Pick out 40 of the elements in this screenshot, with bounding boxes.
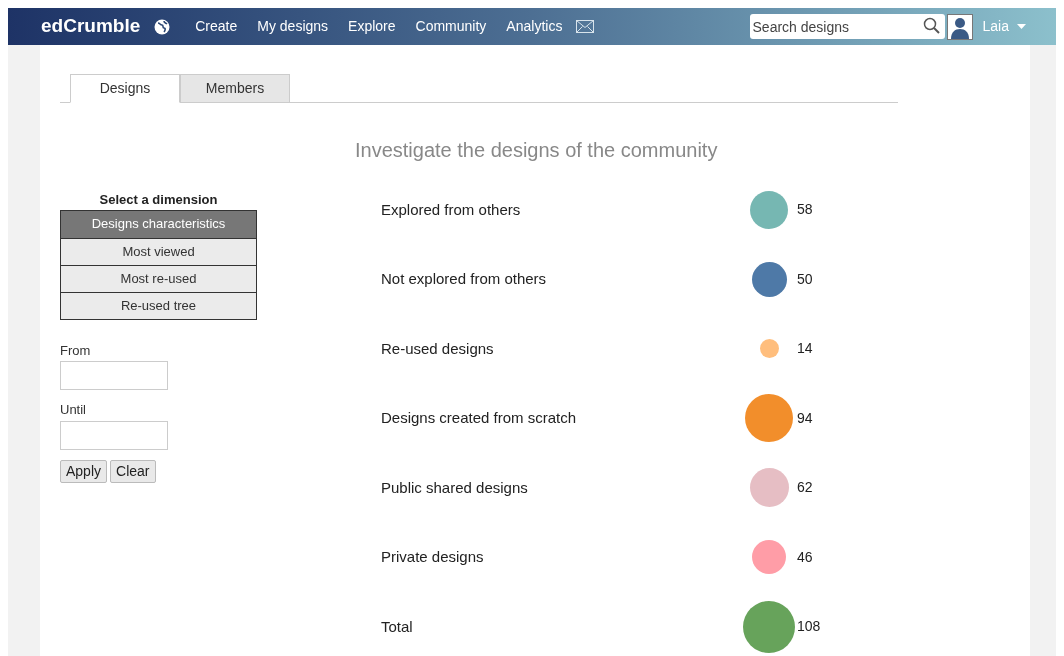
mail-icon[interactable]	[576, 20, 595, 33]
stat-value: 62	[797, 478, 813, 498]
nav-link[interactable]: Explore	[348, 16, 396, 37]
search-icon[interactable]	[922, 17, 941, 35]
stat-value: 14	[797, 339, 813, 359]
nav-link[interactable]: My designs	[257, 16, 329, 37]
globe-icon[interactable]	[154, 18, 171, 35]
dimension-title: Select a dimension	[98, 191, 219, 209]
dimension-option[interactable]: Re-used tree	[61, 291, 256, 319]
filter-button[interactable]: Apply	[60, 459, 108, 483]
brand-logo[interactable]: edCrumble	[41, 12, 141, 41]
date-field[interactable]	[60, 361, 168, 390]
stat-value: 58	[797, 200, 813, 220]
stat-label: Not explored from others	[381, 269, 548, 289]
nav-link[interactable]: Create	[195, 16, 238, 37]
dimension-option[interactable]: Most re-used	[61, 264, 256, 292]
dimension-option[interactable]: Most viewed	[61, 237, 256, 265]
stat-label: Re-used designs	[381, 338, 495, 359]
stat-value: 50	[797, 269, 813, 289]
caret-icon[interactable]	[1017, 24, 1026, 29]
field-label: From	[60, 341, 92, 360]
page-heading: Investigate the designs of the community	[355, 138, 719, 163]
field-label: Until	[60, 401, 87, 419]
tab[interactable]: Designs	[70, 74, 180, 103]
stat-label: Public shared designs	[381, 477, 529, 498]
filter-button[interactable]: Clear	[110, 459, 156, 483]
date-field[interactable]	[60, 420, 168, 450]
nav-link[interactable]: Analytics	[506, 16, 563, 37]
stat-label: Private designs	[381, 547, 485, 567]
stat-value: 94	[797, 408, 813, 428]
stat-label: Total	[381, 616, 414, 637]
avatar-icon[interactable]	[946, 13, 973, 40]
stat-label: Explored from others	[381, 199, 522, 220]
stat-value: 46	[797, 547, 813, 567]
tab[interactable]: Members	[180, 74, 290, 103]
stat-label: Designs created from scratch	[381, 408, 578, 428]
dimension-option[interactable]: Designs characteristics	[61, 210, 256, 238]
nav-link[interactable]: Community	[415, 16, 487, 37]
search-field[interactable]: Search designs	[749, 14, 945, 39]
stat-value: 108	[797, 617, 821, 637]
